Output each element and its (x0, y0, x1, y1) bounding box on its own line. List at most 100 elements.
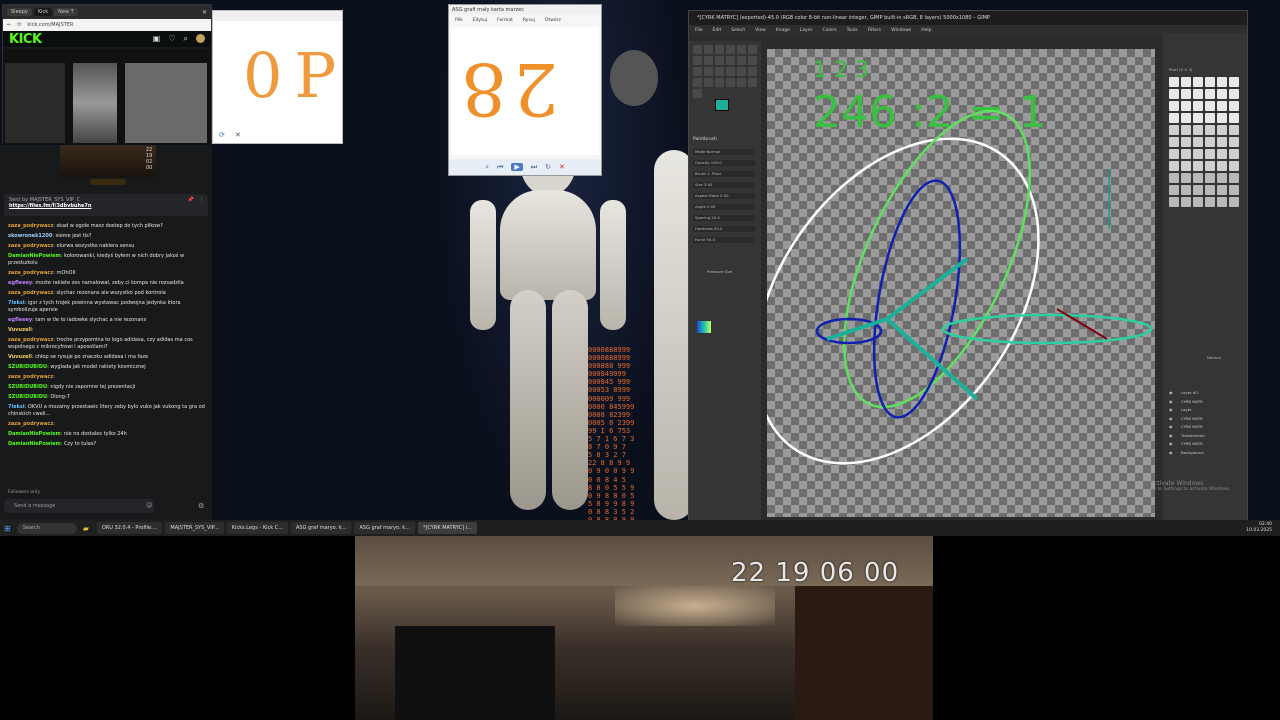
tool-button[interactable] (726, 56, 735, 65)
brush-cell[interactable] (1229, 101, 1239, 111)
rotate-icon[interactable]: ↻ (545, 163, 551, 171)
tool-button[interactable] (693, 67, 702, 76)
tool-button[interactable] (748, 67, 757, 76)
taskbar-item[interactable]: ASG graf maryo. k... (354, 522, 415, 534)
taskbar-item[interactable]: ORU 32.0.4 - Profile:... (96, 522, 163, 534)
brush-cell[interactable] (1181, 149, 1191, 159)
brush-cell[interactable] (1229, 137, 1239, 147)
brush-cell[interactable] (1181, 173, 1191, 183)
chat-username[interactable]: zaza_podrywacz (8, 374, 53, 380)
layer-row[interactable]: ◉ CYRK MATR (1169, 415, 1243, 422)
brush-cell[interactable] (1181, 113, 1191, 123)
brush-cell[interactable] (1169, 89, 1179, 99)
tool-option[interactable]: Spacing 20.0 (693, 215, 755, 221)
brush-cell[interactable] (1193, 197, 1203, 207)
brush-cell[interactable] (1229, 149, 1239, 159)
brush-cell[interactable] (1217, 173, 1227, 183)
brush-cell[interactable] (1193, 185, 1203, 195)
brush-cell[interactable] (1205, 197, 1215, 207)
brush-cell[interactable] (1205, 77, 1215, 87)
brush-cell[interactable] (1181, 137, 1191, 147)
taskbar-item[interactable]: ASG graf maryo. k... (291, 522, 352, 534)
menu-item[interactable]: Plik (455, 18, 463, 23)
dynamics-label[interactable]: Pressure Size (707, 269, 732, 274)
tool-button[interactable] (726, 78, 735, 87)
chat-username[interactable]: DamianNiePowiem (8, 431, 61, 437)
menu-item[interactable]: Otwórz (545, 18, 561, 23)
menu-item[interactable]: Layer (800, 28, 813, 33)
brush-cell[interactable] (1217, 125, 1227, 135)
gradient-swatch[interactable] (697, 321, 711, 333)
address-bar[interactable]: ← ⟳ kick.com/MAJSTER (3, 19, 211, 31)
foreground-color[interactable] (715, 99, 729, 111)
brush-cell[interactable] (1193, 77, 1203, 87)
chat-username[interactable]: zaza_podrywacz (8, 223, 53, 229)
tool-button[interactable] (737, 67, 746, 76)
browser-tab[interactable]: New T (54, 8, 78, 16)
chat-username[interactable]: skowronek1200 (8, 233, 52, 239)
close-icon[interactable]: ✕ (559, 163, 565, 171)
brush-cell[interactable] (1205, 89, 1215, 99)
tool-button[interactable] (704, 67, 713, 76)
brush-cell[interactable] (1205, 137, 1215, 147)
paint-canvas[interactable]: 28 (451, 27, 599, 155)
brush-cell[interactable] (1205, 161, 1215, 171)
menu-item[interactable]: View (755, 28, 766, 33)
tool-button[interactable] (693, 56, 702, 65)
chat-username[interactable]: SZUBIDUBIDU (8, 394, 47, 400)
brush-cell[interactable] (1169, 101, 1179, 111)
brush-cell[interactable] (1205, 113, 1215, 123)
next-icon[interactable]: ⏭ (531, 163, 537, 172)
tool-button[interactable] (704, 56, 713, 65)
back-icon[interactable]: ← (7, 22, 11, 28)
brush-cell[interactable] (1217, 149, 1227, 159)
taskbar-item[interactable]: MAJSTER_SYS_VIP... (165, 522, 224, 534)
brush-cell[interactable] (1217, 161, 1227, 171)
more-icon[interactable]: ⋮ (199, 197, 204, 203)
eye-icon[interactable]: ◉ (1169, 449, 1173, 456)
brush-cell[interactable] (1193, 173, 1203, 183)
chat-username[interactable]: 7ieksi (8, 404, 25, 410)
chat-username[interactable]: Vuvuzeli (8, 354, 32, 360)
window-close-icon[interactable]: ✕ (202, 9, 207, 16)
gimp-canvas[interactable]: 1 2 3 246 :2 = 1 (767, 49, 1155, 517)
tool-button[interactable] (715, 67, 724, 76)
kick-logo[interactable]: KICK (9, 32, 42, 47)
chat-input[interactable]: Send a message (4, 499, 154, 513)
brush-cell[interactable] (1217, 101, 1227, 111)
chat-username[interactable]: SZUBIDUBIDU (8, 364, 47, 370)
tool-option[interactable]: Hardness 50.0 (693, 226, 755, 232)
reload-icon[interactable]: ⟳ (219, 131, 225, 139)
brush-cell[interactable] (1193, 113, 1203, 123)
start-icon[interactable]: ⊞ (4, 524, 11, 533)
brush-cell[interactable] (1181, 101, 1191, 111)
layer-row[interactable]: ◉ Layer (1169, 406, 1243, 413)
taskbar-clock[interactable]: 02:40 10.03.2025 (1246, 522, 1272, 534)
close-icon[interactable]: ✕ (235, 131, 241, 139)
layer-row[interactable]: ◉ CYRK MATR (1169, 423, 1243, 430)
menu-item[interactable]: Tools (847, 28, 858, 33)
menu-item[interactable]: Select (731, 28, 745, 33)
previous-icon[interactable]: ⏮ (497, 163, 503, 172)
menu-item[interactable]: Filters (868, 28, 882, 33)
tool-button[interactable] (704, 45, 713, 54)
tool-button[interactable] (748, 45, 757, 54)
tool-button[interactable] (715, 78, 724, 87)
tool-button[interactable] (693, 78, 702, 87)
eye-icon[interactable]: ◉ (1169, 406, 1173, 413)
chat-username[interactable]: zaza_podrywacz (8, 243, 53, 249)
layer-row[interactable]: ◉ CYRK MATR (1169, 440, 1243, 447)
brush-cell[interactable] (1229, 197, 1239, 207)
taskbar-item[interactable]: Kicks.Legs - Kick C... (226, 522, 288, 534)
brush-cell[interactable] (1205, 173, 1215, 183)
layer-row[interactable]: ◉ Background (1169, 449, 1243, 456)
eye-icon[interactable]: ◉ (1169, 398, 1173, 405)
brush-cell[interactable] (1181, 197, 1191, 207)
menu-item[interactable]: Colors (822, 28, 836, 33)
menu-item[interactable]: Edit (713, 28, 722, 33)
brush-cell[interactable] (1181, 185, 1191, 195)
chat-username[interactable]: 7ieksi (8, 300, 25, 306)
brush-cell[interactable] (1169, 77, 1179, 87)
tool-button[interactable] (715, 56, 724, 65)
tool-button[interactable] (693, 45, 702, 54)
